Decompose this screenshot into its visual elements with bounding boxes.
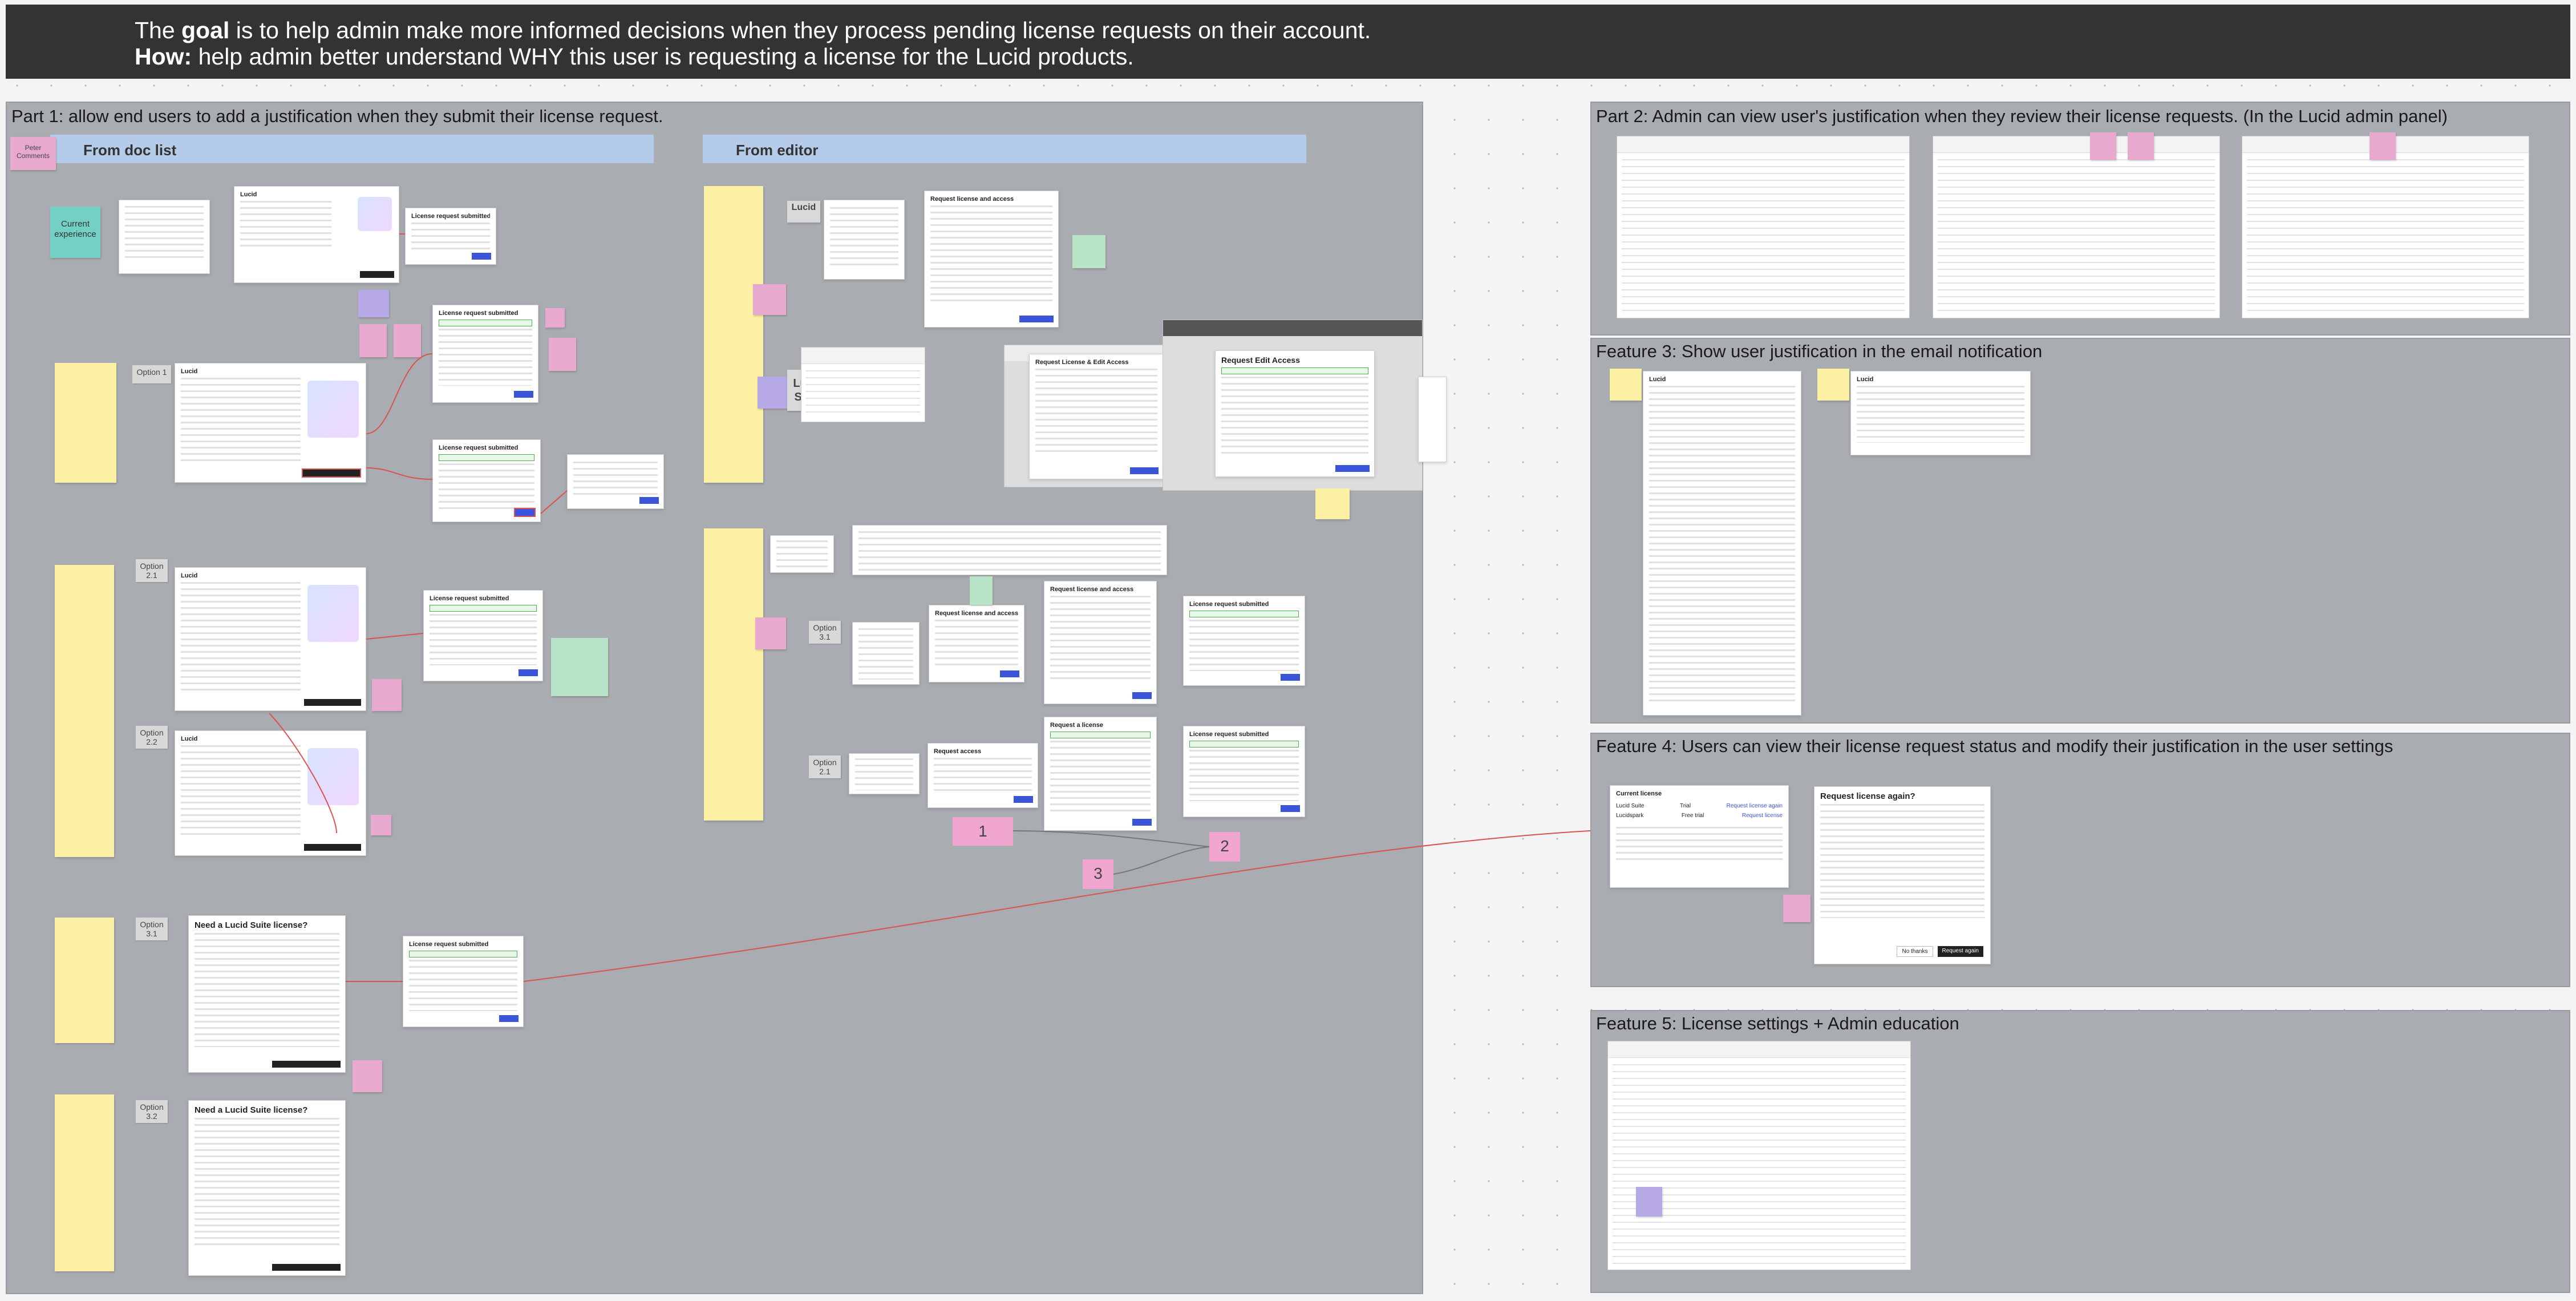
feature5-title: Feature 5: License settings + Admin educ…	[1596, 1013, 1959, 1033]
option1-lucid-card[interactable]: Lucid	[175, 363, 366, 483]
part2-pink-b[interactable]	[2128, 132, 2154, 160]
option32-notes[interactable]	[55, 1094, 114, 1271]
editor-request-edit-access[interactable]: Request Edit Access	[1215, 350, 1375, 477]
editor-option31-green[interactable]	[970, 576, 993, 605]
option31-pink-note[interactable]	[353, 1060, 382, 1092]
option21-pink-note[interactable]	[372, 679, 402, 711]
admin-panel-screenshot-3	[2242, 136, 2529, 318]
option22-lucid-card[interactable]: Lucid	[175, 730, 366, 856]
option32-tag: Option 3.2	[136, 1100, 168, 1123]
option1-submitted-modal-b: License request submitted	[432, 439, 541, 522]
editor-option31-request-access-b[interactable]: Request license and access	[1044, 581, 1157, 704]
feature4-current-license[interactable]: Current license Lucid Suite Trial Request …	[1610, 785, 1789, 888]
editor-yellow-small[interactable]	[1315, 488, 1350, 519]
option1-purple-note[interactable]	[358, 290, 389, 317]
option22-tag: Option 2.2	[136, 726, 168, 749]
current-doclist-screenshot	[119, 200, 210, 274]
option21-lucid-card[interactable]: Lucid	[175, 567, 366, 711]
option31-notes[interactable]	[55, 918, 114, 1043]
editor-blank-document-a	[801, 347, 925, 422]
editor-option31-notes-card	[852, 525, 1167, 575]
option21-notes[interactable]	[55, 565, 114, 857]
lucid-sticky[interactable]: Lucid	[787, 201, 820, 223]
feature3-email-long: Lucid	[1643, 371, 1801, 716]
option1-add-note-modal	[567, 454, 664, 509]
editor-option31-tag: Option 3.1	[809, 621, 841, 644]
current-submitted-modal: License request submitted	[405, 208, 496, 265]
current-license-title: Current license	[1616, 790, 1662, 797]
feature4-request-again-modal[interactable]: Request license again? No thanks Request…	[1814, 786, 1991, 964]
part1-title: Part 1: allow end users to add a justifi…	[11, 106, 663, 126]
goal-line: The goal is to help admin make more info…	[135, 17, 1371, 43]
editor-request-license-access-a[interactable]: Request license and access	[924, 191, 1059, 328]
request-again-title: Request license again?	[1820, 791, 1915, 801]
option1-pink-note-a[interactable]	[359, 324, 387, 357]
peter-comments-sticky[interactable]: Peter Comments	[10, 137, 56, 170]
editor-request-license-edit[interactable]: Request License & Edit Access	[1029, 354, 1164, 479]
feature4-pink-note[interactable]	[1783, 895, 1811, 922]
option21-submitted-modal: License request submitted	[423, 590, 543, 681]
admin-panel-screenshot-2	[1933, 136, 2220, 318]
option21-green-note[interactable]	[551, 638, 608, 696]
option1-pink-note-d[interactable]	[549, 338, 576, 371]
feature5-license-settings-screenshot	[1607, 1041, 1911, 1270]
editor-notes-top[interactable]	[704, 186, 763, 483]
current-experience-sticky[interactable]: Current experience	[50, 207, 100, 258]
row1-status: Trial	[1680, 803, 1691, 809]
row1-product: Lucid Suite	[1616, 803, 1645, 809]
row1-link[interactable]: Request license again	[1727, 803, 1783, 809]
option31-tag: Option 3.1	[136, 918, 168, 940]
editor-option21-tag: Option 2.1	[809, 755, 841, 778]
option21-tag: Option 2.1	[136, 559, 168, 582]
no-thanks-button[interactable]: No thanks	[1897, 946, 1933, 957]
feature3-email-short: Lucid	[1850, 371, 2031, 455]
request-again-button[interactable]: Request again	[1937, 946, 1983, 957]
row2-status: Free trial	[1681, 813, 1704, 819]
option1-pink-note-c[interactable]	[545, 308, 565, 328]
part2-title: Part 2: Admin can view user's justificat…	[1596, 106, 2448, 126]
option31-need-suite-modal[interactable]: Need a Lucid Suite license?	[188, 915, 346, 1073]
badge-3[interactable]: 3	[1083, 859, 1113, 889]
editor-green-note[interactable]	[1072, 235, 1105, 268]
option1-notes[interactable]	[55, 363, 116, 483]
option1-pink-note-b[interactable]	[394, 324, 421, 357]
goal-banner: The goal is to help admin make more info…	[6, 5, 2570, 79]
row2-product: Lucidspark	[1616, 813, 1644, 819]
part2-pink-a[interactable]	[2090, 132, 2116, 160]
editor-purple-note[interactable]	[758, 377, 789, 409]
editor-option31-small-note	[770, 535, 834, 573]
editor-option21-request-license[interactable]: Request a license	[1044, 717, 1157, 831]
feature3-yellow-a[interactable]	[1610, 369, 1642, 401]
badge-1[interactable]: 1	[953, 817, 1013, 846]
option31-submitted-modal: License request submitted	[403, 936, 524, 1027]
editor-option31-submitted: License request submitted	[1183, 596, 1305, 686]
how-line: How: help admin better understand WHY th…	[135, 43, 1134, 70]
editor-notes-bottom[interactable]	[704, 528, 763, 821]
option1-tag: Option 1	[132, 365, 171, 383]
feature3-yellow-b[interactable]	[1817, 369, 1849, 401]
editor-request-edit-access-small	[1418, 377, 1447, 462]
editor-option21-modal-a	[849, 753, 920, 794]
feature5-purple-note[interactable]	[1636, 1187, 1662, 1217]
option1-submitted-modal-a: License request submitted	[432, 305, 538, 403]
editor-pink-note-b[interactable]	[755, 617, 786, 649]
editor-option21-submitted: License request submitted	[1183, 726, 1305, 817]
editor-pink-note-a[interactable]	[753, 284, 786, 315]
lane-editor: From editor	[703, 135, 1306, 163]
editor-option31-modal-a	[852, 622, 920, 685]
current-lucid-card: Lucid	[234, 186, 399, 283]
badge-2[interactable]: 2	[1209, 832, 1240, 862]
option22-pink-note[interactable]	[371, 815, 391, 835]
admin-panel-screenshot-1	[1617, 136, 1910, 318]
editor-option31-request-access[interactable]: Request license and access	[929, 605, 1024, 682]
feature3-title: Feature 3: Show user justification in th…	[1596, 341, 2043, 361]
row2-link[interactable]: Request license	[1742, 813, 1783, 819]
part2-pink-c[interactable]	[2370, 132, 2396, 160]
option32-need-suite-modal[interactable]: Need a Lucid Suite license?	[188, 1100, 346, 1276]
lane-doc-list: From doc list	[50, 135, 654, 163]
editor-request-modal-small	[824, 200, 905, 280]
editor-option21-request-access[interactable]: Request access	[927, 743, 1038, 808]
feature4-title: Feature 4: Users can view their license …	[1596, 736, 2393, 756]
